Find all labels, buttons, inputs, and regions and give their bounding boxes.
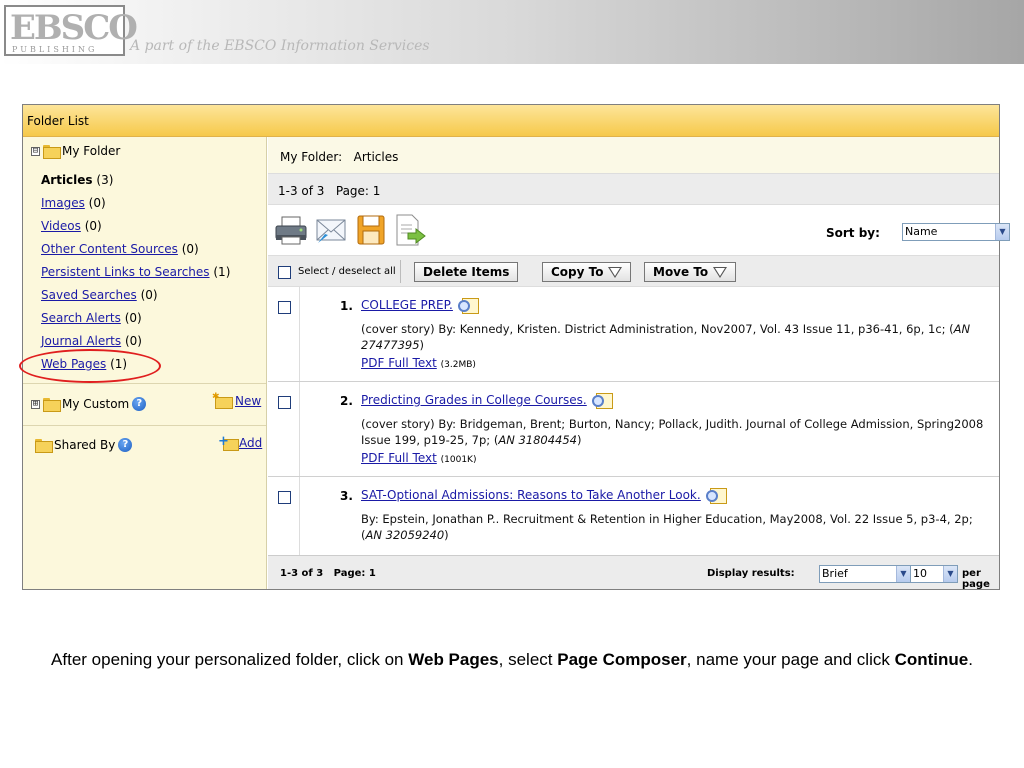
results-panel: My Folder: Articles 1-3 of 3 Page: 1 Sor… [268, 137, 1010, 590]
chevron-down-icon[interactable]: ▼ [943, 566, 957, 582]
preview-icon[interactable] [705, 487, 727, 504]
folder-item-videos[interactable]: Videos (0) [41, 219, 102, 233]
header-banner: EBSCO PUBLISHING A part of the EBSCO Inf… [0, 0, 1024, 64]
result-checkbox[interactable] [278, 301, 291, 314]
display-results-label: Display results: [707, 568, 795, 579]
folder-item-images[interactable]: Images (0) [41, 196, 106, 210]
display-format-select[interactable]: Brief ▼ [819, 565, 911, 583]
new-custom-folder-link[interactable]: New [212, 392, 261, 409]
result-item: 3. SAT-Optional Admissions: Reasons to T… [268, 477, 999, 555]
add-folder-icon [218, 434, 239, 451]
pdf-size: (1001K) [440, 455, 477, 465]
my-folder-label: My Folder [62, 144, 121, 158]
folder-list-title: Folder List [27, 114, 89, 128]
save-icon[interactable] [354, 213, 388, 247]
divider [23, 425, 266, 426]
result-description: By: Epstein, Jonathan P.. Recruitment & … [361, 512, 973, 542]
sort-select[interactable]: Name ▼ [902, 223, 1010, 241]
bottom-result-count: 1-3 of 3 Page: 1 [280, 568, 376, 579]
shared-by-label: Shared By [54, 438, 116, 452]
folder-item-articles[interactable]: Articles (3) [41, 173, 113, 187]
select-all-label: Select / deselect all [298, 266, 396, 277]
add-shared-link[interactable]: Add [218, 434, 262, 451]
instruction-caption: After opening your personalized folder, … [51, 650, 973, 669]
sort-label: Sort by: [826, 226, 880, 240]
result-item: 1. COLLEGE PREP. (cover story) By: Kenne… [268, 287, 999, 382]
result-description: (cover story) By: Kennedy, Kristen. Dist… [361, 322, 971, 352]
result-count: 1-3 of 3 Page: 1 [278, 184, 381, 198]
result-number: 1. [340, 299, 353, 313]
result-number: 3. [340, 489, 353, 503]
logo-sub-text: PUBLISHING [12, 45, 98, 54]
shared-by-row[interactable]: Shared By ? [35, 436, 133, 454]
folder-icon [43, 145, 61, 159]
my-custom-row[interactable]: ⊞ My Custom ? [31, 395, 147, 413]
result-number: 2. [340, 394, 353, 408]
move-to-button[interactable]: Move To [644, 262, 737, 282]
result-checkbox[interactable] [278, 396, 291, 409]
action-bar: Select / deselect all Delete Items Copy … [268, 255, 999, 287]
per-page-select[interactable]: 10 ▼ [910, 565, 958, 583]
folder-icon [35, 439, 53, 453]
result-title-link[interactable]: COLLEGE PREP. [361, 297, 479, 314]
chevron-down-icon[interactable]: ▼ [995, 224, 1009, 240]
preview-icon[interactable] [591, 392, 613, 409]
copy-to-button[interactable]: Copy To [542, 262, 632, 282]
help-icon[interactable]: ? [118, 438, 133, 452]
result-description: (cover story) By: Bridgeman, Brent; Burt… [361, 417, 984, 447]
pdf-full-text-link[interactable]: PDF Full Text [361, 356, 437, 370]
select-all-checkbox[interactable] [278, 266, 291, 279]
export-icon[interactable] [392, 213, 426, 247]
help-icon[interactable]: ? [132, 397, 147, 411]
pdf-full-text[interactable]: PDF Full Text (3.2MB) [361, 356, 476, 370]
folder-title: My Folder: Articles [280, 150, 399, 164]
highlight-circle [19, 349, 161, 383]
folder-item-saved-searches[interactable]: Saved Searches (0) [41, 288, 158, 302]
result-checkbox-column [268, 382, 300, 476]
result-count-bar: 1-3 of 3 Page: 1 [268, 173, 999, 205]
dropdown-triangle-icon [608, 266, 623, 278]
new-folder-icon [212, 392, 233, 409]
ebsco-logo: EBSCO PUBLISHING [4, 5, 138, 56]
toolbar-separator [400, 260, 401, 283]
result-title-link[interactable]: Predicting Grades in College Courses. [361, 392, 613, 409]
result-item: 2. Predicting Grades in College Courses.… [268, 382, 999, 477]
tagline: A part of the EBSCO Information Services [130, 38, 430, 54]
folder-title-bar: My Folder: Articles [268, 137, 999, 173]
result-checkbox-column [268, 477, 300, 555]
folder-item-journal-alerts[interactable]: Journal Alerts (0) [41, 334, 142, 348]
email-icon[interactable] [314, 213, 348, 247]
chevron-down-icon[interactable]: ▼ [896, 566, 910, 582]
result-title-link[interactable]: SAT-Optional Admissions: Reasons to Take… [361, 487, 727, 504]
my-folder-row[interactable]: ⊟ My Folder [31, 142, 120, 160]
collapse-icon[interactable]: ⊟ [31, 146, 40, 156]
divider [23, 383, 266, 384]
folder-icon [43, 398, 61, 412]
per-page-label: per page [962, 568, 990, 590]
folder-tree-panel: ⊟ My Folder Articles (3) Images (0) Vide… [19, 137, 267, 589]
dropdown-triangle-icon [713, 266, 728, 278]
expand-icon[interactable]: ⊞ [31, 399, 40, 409]
logo-main-text: EBSCO [10, 8, 138, 48]
result-checkbox[interactable] [278, 491, 291, 504]
pdf-full-text[interactable]: PDF Full Text (1001K) [361, 451, 476, 465]
result-checkbox-column [268, 287, 300, 381]
folder-list-header: Folder List [23, 105, 999, 137]
folder-frame: Folder List ⊟ My Folder Articles (3) Ima… [19, 104, 1010, 590]
toolbar: Sort by: Name ▼ [268, 205, 1010, 255]
my-custom-label: My Custom [62, 397, 130, 411]
folder-item-persistent-links[interactable]: Persistent Links to Searches (1) [41, 265, 230, 279]
pdf-size: (3.2MB) [440, 360, 476, 370]
delete-items-button[interactable]: Delete Items [414, 262, 519, 282]
bottom-bar: 1-3 of 3 Page: 1 Display results: Brief … [268, 555, 999, 590]
folder-item-other-content[interactable]: Other Content Sources (0) [41, 242, 199, 256]
print-icon[interactable] [274, 213, 308, 247]
folder-item-search-alerts[interactable]: Search Alerts (0) [41, 311, 142, 325]
pdf-full-text-link[interactable]: PDF Full Text [361, 451, 437, 465]
preview-icon[interactable] [457, 297, 479, 314]
